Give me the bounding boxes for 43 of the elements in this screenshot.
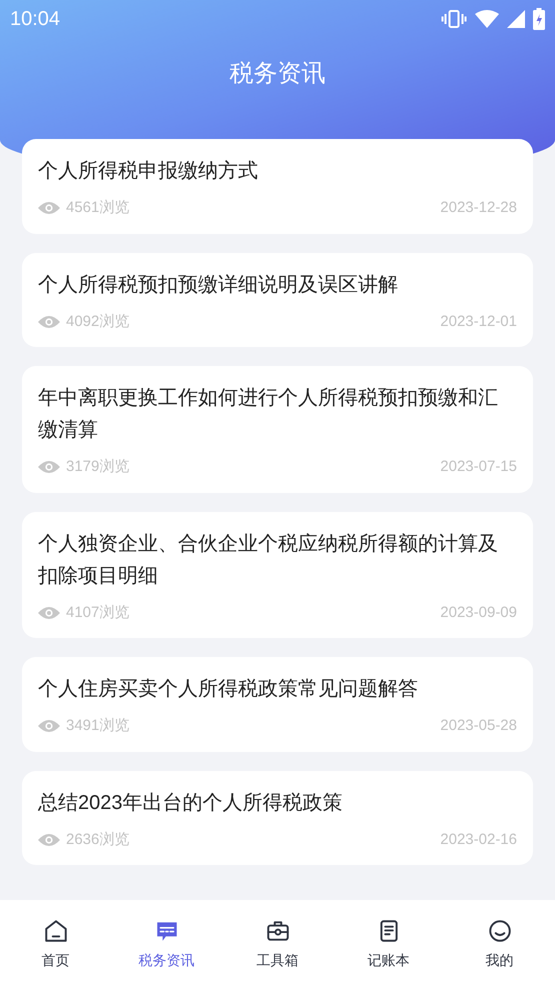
view-count: 4561浏览 [66, 198, 130, 218]
article-title: 个人所得税预扣预缴详细说明及误区讲解 [38, 272, 399, 298]
view-count: 3179浏览 [66, 457, 130, 477]
article-title: 个人住房买卖个人所得税政策常见问题解答 [38, 677, 419, 702]
eye-icon [38, 832, 60, 847]
eye-icon [38, 606, 60, 620]
tab-item[interactable]: 税务资讯 [111, 918, 222, 971]
tab-item[interactable]: 我的 [444, 918, 555, 971]
article-card[interactable]: 个人所得税预扣预缴详细说明及误区讲解 4092浏览 2023-12-01 [22, 252, 533, 347]
vibrate-icon [441, 9, 467, 29]
article-title: 个人独资企业、合伙企业个税应纳税所得额的计算及扣除项目明细 [38, 532, 499, 588]
article-date: 2023-05-28 [440, 716, 517, 736]
status-time: 10:04 [10, 7, 60, 32]
article-date: 2023-07-15 [440, 457, 517, 477]
tab-item[interactable]: 工具箱 [222, 918, 333, 971]
eye-icon [38, 201, 60, 216]
smile-icon [486, 918, 512, 944]
eye-icon [38, 719, 60, 734]
battery-icon [533, 8, 545, 30]
article-card[interactable]: 个人住房买卖个人所得税政策常见问题解答 3491浏览 2023-05-28 [22, 657, 533, 752]
view-count: 4092浏览 [66, 312, 130, 332]
article-title: 总结2023年出台的个人所得税政策 [38, 790, 344, 816]
view-count: 4107浏览 [66, 602, 130, 622]
article-card[interactable]: 个人独资企业、合伙企业个税应纳税所得额的计算及扣除项目明细 4107浏览 2023-09-09 [22, 512, 533, 638]
article-title: 个人所得税申报缴纳方式 [38, 159, 259, 184]
home-icon [42, 918, 68, 944]
view-count: 3491浏览 [66, 716, 130, 736]
article-title: 年中离职更换工作如何进行个人所得税预扣预缴和汇缴清算 [38, 386, 499, 443]
article-card[interactable]: 个人所得税申报缴纳方式 4561浏览 2023-12-28 [22, 139, 533, 234]
eye-icon [38, 314, 60, 329]
article-date: 2023-09-09 [440, 602, 517, 622]
tab-item[interactable]: 首页 [0, 918, 111, 971]
article-card[interactable]: 年中离职更换工作如何进行个人所得税预扣预缴和汇缴清算 3179浏览 2023-07-15 [22, 366, 533, 492]
signal-icon [507, 10, 525, 28]
article-card[interactable]: 总结2023年出台的个人所得税政策 2636浏览 2023-02-16 [22, 770, 533, 865]
article-date: 2023-02-16 [440, 830, 517, 850]
wifi-icon [475, 10, 499, 28]
article-date: 2023-12-01 [440, 312, 517, 332]
view-count: 2636浏览 [66, 830, 130, 850]
article-date: 2023-12-28 [440, 198, 517, 218]
tab-item[interactable]: 记账本 [333, 918, 444, 971]
page-title: 税务资讯 [230, 59, 326, 89]
eye-icon [38, 460, 60, 474]
